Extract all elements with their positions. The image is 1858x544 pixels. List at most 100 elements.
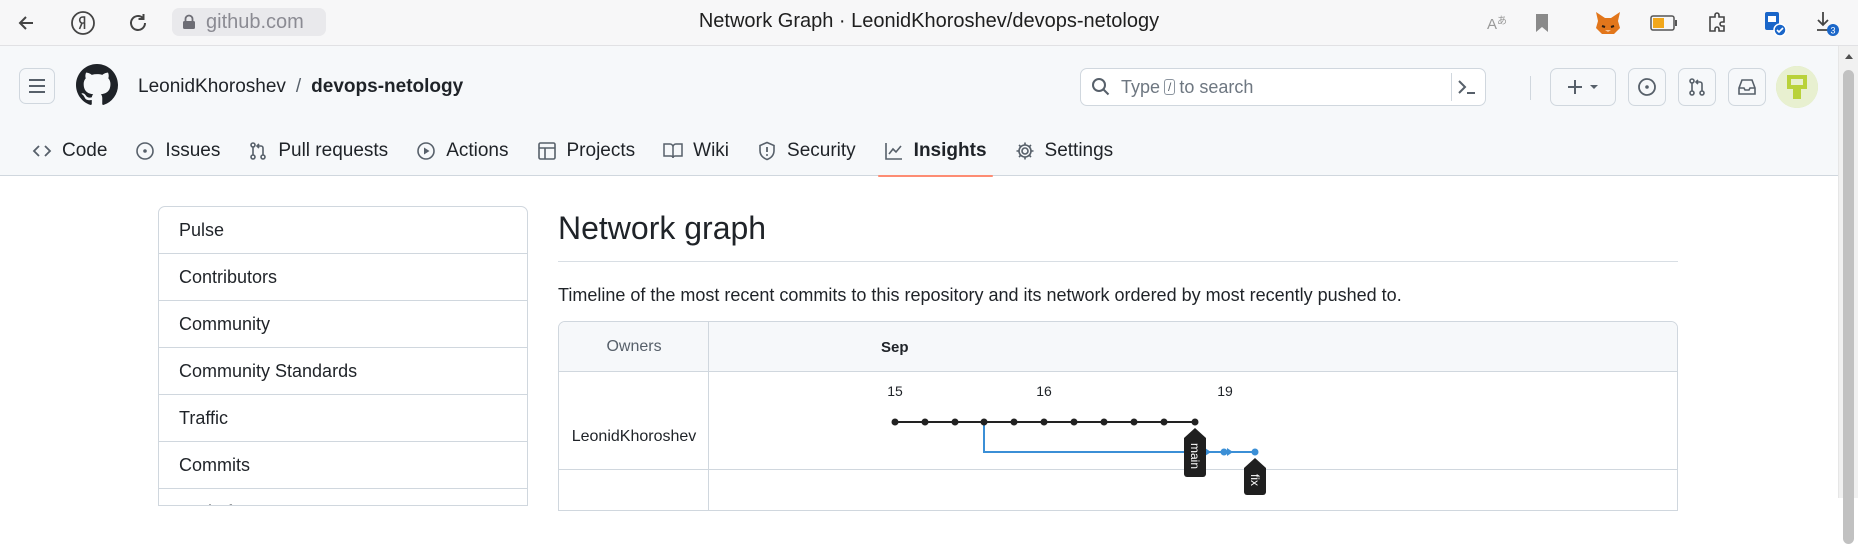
tab-pull-requests-label: Pull requests (278, 140, 389, 161)
metamask-extension[interactable] (1593, 8, 1623, 38)
yandex-button[interactable] (68, 8, 98, 38)
tab-code-label: Code (62, 140, 108, 161)
commit-dot[interactable] (1070, 418, 1078, 426)
svg-text:あ: あ (1497, 15, 1507, 27)
commit-dot[interactable] (1040, 418, 1048, 426)
git-pull-request-icon (1689, 78, 1705, 96)
sidebar-item-traffic[interactable]: Traffic (159, 395, 527, 442)
tab-projects[interactable]: Projects (523, 126, 650, 176)
sidebar-item-contributors[interactable]: Contributors (159, 254, 527, 301)
commit-dot[interactable] (1130, 418, 1138, 426)
tab-code[interactable]: Code (18, 126, 121, 176)
tab-actions-label: Actions (446, 140, 509, 161)
battery-extension[interactable] (1649, 8, 1679, 38)
commit-dot[interactable] (980, 418, 988, 426)
search-icon (1092, 78, 1110, 96)
gear-icon (1016, 142, 1034, 160)
back-arrow-icon (18, 16, 33, 30)
commit-dot[interactable] (1100, 418, 1108, 426)
puzzle-icon (1709, 12, 1725, 32)
inbox-icon (1738, 79, 1756, 95)
yandex-icon (71, 11, 95, 35)
page-description: Timeline of the most recent commits to t… (558, 285, 1402, 305)
extension-button[interactable] (1703, 8, 1733, 38)
tab-wiki-label: Wiki (693, 140, 730, 161)
tab-insights-label: Insights (913, 140, 987, 161)
github-header: LeonidKhoroshev / devops-netology Type /… (0, 46, 1838, 177)
page-scrollbar[interactable] (1838, 46, 1858, 544)
search-placeholder: Type / to search (1121, 77, 1253, 98)
tab-wiki[interactable]: Wiki (649, 126, 743, 176)
downloads-count-badge: 3 (1830, 26, 1835, 36)
insights-sidebar: Pulse Contributors Community Community S… (158, 206, 528, 506)
sidebar-item-pulse[interactable]: Pulse (159, 207, 527, 254)
create-new-button[interactable] (1550, 68, 1616, 106)
breadcrumb-owner-link[interactable]: LeonidKhoroshev (138, 76, 286, 98)
commit-dot[interactable] (1160, 418, 1168, 426)
commit-dot[interactable] (921, 418, 929, 426)
fix-tag-label: fix (1248, 474, 1262, 486)
downloads-button[interactable]: 3 (1813, 8, 1843, 38)
breadcrumb-separator: / (295, 76, 302, 97)
back-button[interactable] (12, 8, 42, 38)
sidebar-item-community-standards[interactable]: Community Standards (159, 348, 527, 395)
date-label: 15 (887, 383, 903, 399)
download-icon: 3 (1817, 12, 1839, 36)
address-bar[interactable]: github.com (172, 8, 326, 36)
avatar[interactable] (1776, 66, 1818, 108)
tab-issues[interactable]: Issues (121, 126, 234, 176)
commit-dot[interactable] (1191, 418, 1199, 426)
scroll-up-arrow-icon[interactable] (1844, 52, 1854, 60)
profile-extension[interactable] (1759, 8, 1789, 38)
fix-branch-line (983, 422, 1255, 453)
command-palette-button[interactable] (1451, 73, 1481, 101)
main-tag-label: main (1188, 443, 1202, 469)
fix-branch-tag[interactable]: fix (1244, 458, 1266, 495)
github-logo-icon[interactable] (76, 64, 118, 106)
page-title: Network graph (558, 210, 767, 246)
commit-dot[interactable] (1010, 418, 1018, 426)
plus-dropdown-icon (1568, 80, 1598, 94)
pull-requests-button[interactable] (1678, 68, 1716, 106)
commit-dot[interactable] (1220, 448, 1228, 456)
tab-insights[interactable]: Insights (870, 126, 1001, 177)
pull-request-icon (250, 142, 267, 160)
window-title: Network Graph · LeonidKhoroshev/devops-n… (698, 10, 1160, 32)
tab-pull-requests[interactable]: Pull requests (234, 126, 402, 176)
commit-dot[interactable] (891, 418, 899, 426)
play-icon (417, 142, 435, 160)
breadcrumb-repo-link[interactable]: devops-netology (311, 76, 463, 98)
commit-dot[interactable] (1251, 448, 1259, 456)
issues-button[interactable] (1628, 68, 1666, 106)
main-branch-tag[interactable]: main (1184, 428, 1206, 477)
reload-icon (130, 14, 146, 31)
sidebar-item-commits[interactable]: Commits (159, 442, 527, 489)
menu-button[interactable] (19, 68, 55, 104)
search-placeholder-post: to search (1179, 76, 1254, 97)
tab-security[interactable]: Security (743, 126, 870, 176)
tab-issues-label: Issues (165, 140, 221, 161)
bookmark-icon (1536, 14, 1548, 32)
translate-button[interactable]: Aあ (1483, 8, 1513, 38)
bookmark-button[interactable] (1527, 8, 1557, 38)
title-divider (558, 261, 1678, 262)
reload-button[interactable] (123, 8, 153, 38)
tab-security-label: Security (787, 140, 856, 161)
breadcrumb: LeonidKhoroshev / devops-netology (138, 76, 463, 98)
network-graph-canvas[interactable]: 15 16 19 main fix (559, 322, 1678, 511)
scrollbar-thumb[interactable] (1843, 70, 1854, 544)
search-input[interactable]: Type / to search (1080, 68, 1486, 106)
svg-text:A: A (1487, 16, 1497, 33)
tab-settings-label: Settings (1044, 140, 1114, 161)
shield-icon (759, 141, 775, 161)
tab-settings[interactable]: Settings (1001, 126, 1128, 176)
network-graph[interactable]: Owners Sep LeonidKhoroshev 15 16 19 main (558, 321, 1678, 511)
browser-toolbar: github.com Network Graph · LeonidKhorosh… (0, 0, 1858, 46)
fox-icon (1596, 12, 1620, 34)
header-divider (1530, 76, 1531, 100)
address-url: github.com (206, 10, 304, 33)
inbox-button[interactable] (1728, 68, 1766, 106)
commit-dot[interactable] (951, 418, 959, 426)
sidebar-item-community[interactable]: Community (159, 301, 527, 348)
tab-actions[interactable]: Actions (402, 126, 522, 176)
